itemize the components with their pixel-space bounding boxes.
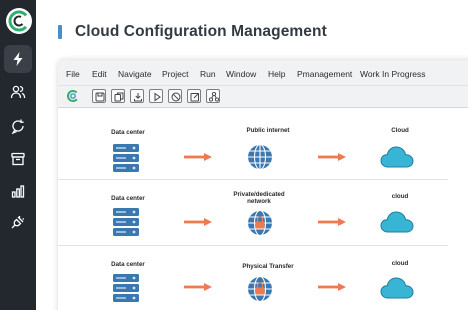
nav-archive[interactable] (4, 145, 32, 173)
nav-integrations[interactable] (4, 208, 32, 236)
nav-analytics[interactable] (4, 177, 32, 205)
menu-edit[interactable]: Edit (92, 69, 107, 79)
row1-server-icon[interactable] (112, 143, 140, 173)
row2-globe-lock-icon[interactable] (246, 209, 274, 237)
menu-help[interactable]: Help (268, 69, 285, 79)
row3-globe-lock-icon[interactable] (246, 275, 274, 303)
save-icon (95, 92, 105, 102)
row3-source-label: Data center (111, 261, 145, 268)
run-button[interactable] (149, 89, 163, 103)
row1-arrow-2 (318, 153, 346, 161)
edit-button[interactable] (187, 89, 201, 103)
menu-bar: File Edit Navigate Project Run Window He… (58, 60, 468, 86)
row1-globe-icon[interactable] (246, 143, 274, 171)
row1-source-label: Data center (111, 129, 145, 136)
stop-button[interactable] (168, 89, 182, 103)
row-separator-1 (58, 179, 448, 180)
app-window: File Edit Navigate Project Run Window He… (58, 60, 468, 310)
copy-icon (114, 92, 124, 102)
row2-target-label: cloud (391, 193, 409, 200)
row3-server-icon[interactable] (112, 273, 140, 303)
menu-run[interactable]: Run (200, 69, 216, 79)
row3-target-label: cloud (391, 260, 409, 267)
logo-icon (8, 10, 30, 32)
network-icon (208, 91, 220, 102)
row2-cloud-icon[interactable] (380, 210, 414, 234)
menu-navigate[interactable]: Navigate (118, 69, 152, 79)
sidebar (0, 0, 36, 310)
users-icon (10, 85, 26, 99)
download-button[interactable] (130, 89, 144, 103)
save-button[interactable] (92, 89, 106, 103)
plug-icon (11, 216, 24, 229)
menu-work-in-progress[interactable]: Work In Progress (360, 69, 426, 79)
chat-refresh-icon (11, 119, 24, 134)
copy-button[interactable] (111, 89, 125, 103)
download-icon (134, 93, 142, 102)
page-title: Cloud Configuration Management (75, 23, 327, 40)
row1-middle-label: Public internet (246, 127, 290, 134)
nav-sync[interactable] (4, 112, 32, 140)
row3-middle-label: Physical Transfer (242, 263, 294, 270)
row3-arrow-2 (318, 283, 346, 291)
nav-users[interactable] (4, 78, 32, 106)
menu-file[interactable]: File (66, 69, 80, 79)
toolbar (58, 86, 468, 108)
row2-arrow-1 (184, 218, 212, 226)
row1-arrow-1 (184, 153, 212, 161)
toolbar-logo-icon (67, 90, 79, 102)
diagram-canvas: Data center Public internet Cloud Data c… (58, 109, 468, 310)
stop-icon (171, 92, 181, 102)
nav-dashboard[interactable] (4, 45, 32, 73)
edit-icon (190, 92, 200, 102)
row2-arrow-2 (318, 218, 346, 226)
archive-icon (11, 152, 25, 166)
row1-cloud-icon[interactable] (380, 145, 414, 169)
row3-arrow-1 (184, 283, 212, 291)
menu-project[interactable]: Project (162, 69, 188, 79)
title-accent-bar (58, 25, 62, 39)
menu-window[interactable]: Window (226, 69, 256, 79)
row2-server-icon[interactable] (112, 207, 140, 237)
play-icon (154, 92, 161, 102)
app-logo[interactable] (6, 8, 32, 34)
row3-cloud-icon[interactable] (380, 276, 414, 300)
network-button[interactable] (206, 89, 220, 103)
lightning-icon (13, 52, 23, 66)
row-separator-2 (58, 245, 448, 246)
menu-pmanagement[interactable]: Pmanagement (297, 69, 352, 79)
row2-source-label: Data center (111, 195, 145, 202)
row2-middle-label: Private/dedicated network (233, 191, 285, 205)
row1-target-label: Cloud (391, 127, 409, 134)
bar-chart-icon (11, 185, 25, 198)
